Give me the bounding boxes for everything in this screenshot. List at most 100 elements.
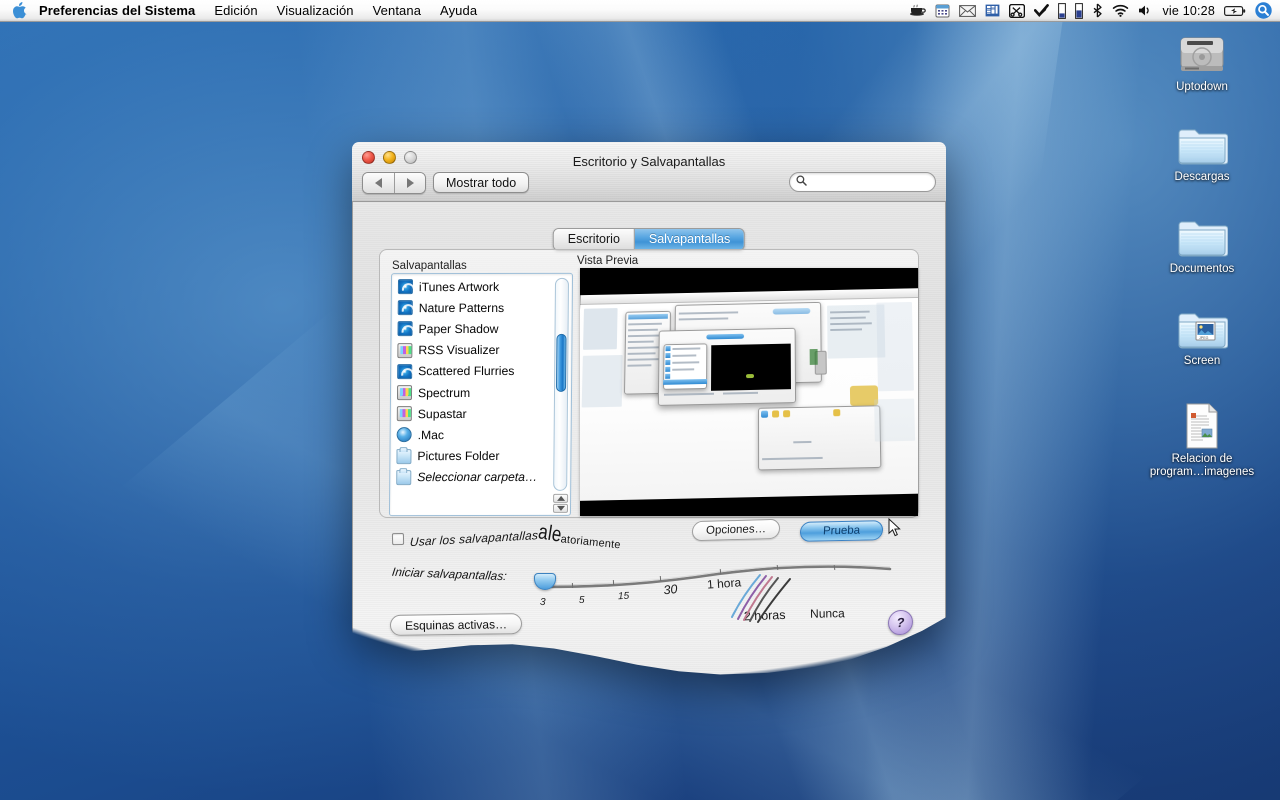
swirl-icon [397,363,413,379]
checkmark-icon[interactable] [1034,3,1050,19]
list-item-label: Nature Patterns [418,300,505,315]
desktop-icon-label: Descargas [1174,171,1230,183]
random-screensaver-row: Usar los salvapantallasaleatoriamente [391,520,622,552]
swirl-icon [397,279,414,295]
system-preferences-window: Escritorio y Salvapantallas Mostrar todo… [352,142,946,682]
list-item-label: Seleccionar carpeta… [417,470,538,485]
test-button[interactable]: Prueba [799,520,884,542]
list-item-label: .Mac [417,427,445,443]
menu-ventana[interactable]: Ventana [373,3,421,18]
navigation-buttons [362,172,426,194]
list-item-label: Spectrum [417,385,471,400]
mail-envelope-icon[interactable] [959,3,977,19]
list-item[interactable]: RSS Visualizer [391,339,556,360]
desktop-icon-relacion-de-programas[interactable]: Relacion de program…imagenes [1132,398,1272,478]
start-screensaver-slider[interactable]: 3 5 15 30 1 hora 2 horas Nunca [530,547,930,627]
chevron-up-icon [556,495,565,501]
desktop-icon-uptodown[interactable]: Uptodown [1132,26,1272,94]
random-screensaver-label: Usar los salvapantallasaleatoriamente [410,520,622,552]
forward-button[interactable] [394,173,425,193]
list-item[interactable]: Paper Shadow [391,318,556,339]
coffee-cup-icon[interactable] [909,3,927,19]
screensaver-list-rows: iTunes Artwork Nature Patterns Paper Sha… [390,276,557,488]
desktop-icon-label: Relacion de program…imagenes [1149,453,1255,478]
desktop-icon-documentos[interactable]: Documentos [1132,208,1272,276]
monitor-icon [396,406,412,422]
scissors-icon[interactable] [1009,3,1026,19]
list-item-label: Pictures Folder [417,449,500,464]
search-input[interactable] [811,176,926,188]
slider-distortion-streaks [731,574,791,623]
slider-tick-30: 30 [662,582,679,599]
volume-icon[interactable] [1138,3,1153,19]
calendar-icon[interactable] [935,3,950,19]
search-field[interactable] [789,172,936,192]
bluetooth-icon[interactable] [1092,3,1103,19]
svg-text:JPEG: JPEG [1199,336,1209,340]
scroll-down-button[interactable] [552,503,569,513]
desktop-icon-label: Uptodown [1176,81,1228,93]
screensaver-preview[interactable] [580,268,918,516]
tab-escritorio[interactable]: Escritorio [553,229,634,250]
folder-icon [396,469,412,485]
apple-logo-icon[interactable] [12,2,27,19]
random-screensaver-checkbox[interactable] [391,532,405,546]
menu-visualizacion[interactable]: Visualización [277,3,354,18]
desktop-icon-label: Documentos [1169,263,1235,275]
show-all-button[interactable]: Mostrar todo [433,172,530,193]
menu-bar-clock[interactable]: vie 10:28 [1162,4,1215,18]
list-item-label: iTunes Artwork [418,279,500,294]
list-item[interactable]: Nature Patterns [392,297,557,318]
slider-tick-5: 5 [578,594,585,607]
folder-icon [1176,116,1228,168]
search-icon [796,173,807,191]
screensavers-section-label: Salvapantallas [392,260,467,272]
meter-left-icon[interactable] [1058,2,1067,19]
preview-section-label: Vista Previa [577,255,639,267]
spotlight-search-icon[interactable] [1255,2,1272,19]
list-item-label: RSS Visualizer [418,343,500,358]
scrollbar-thumb[interactable] [556,333,567,392]
scrollbar-arrows [552,493,569,513]
pane-tabs: Escritorio Salvapantallas [552,228,746,251]
desktop-icon-descargas[interactable]: Descargas [1132,116,1272,184]
swirl-icon [397,300,413,316]
chevron-down-icon [556,505,565,511]
list-item[interactable]: Seleccionar carpeta… [390,467,555,488]
hot-corners-button[interactable]: Esquinas activas… [389,613,523,636]
hard-drive-icon [1177,26,1227,78]
forward-arrow-icon [406,178,414,188]
menu-bar-status-items: vie 10:28 [909,2,1280,19]
list-item-label: Paper Shadow [418,321,499,337]
tab-salvapantallas[interactable]: Salvapantallas [633,229,745,250]
list-item[interactable]: .Mac [391,424,556,445]
list-item[interactable]: Scattered Flurries [391,361,556,382]
folder-icon [1176,208,1228,260]
menu-ayuda[interactable]: Ayuda [440,3,477,18]
menu-preferencias-del-sistema[interactable]: Preferencias del Sistema [39,3,195,18]
list-item[interactable]: Pictures Folder [390,445,555,466]
window-title: Escritorio y Salvapantallas [572,154,726,169]
list-scrollbar[interactable] [553,277,570,491]
back-arrow-icon [375,178,382,188]
back-button[interactable] [363,173,394,193]
menu-edicion[interactable]: Edición [214,3,257,18]
list-item-label: Scattered Flurries [418,364,515,379]
list-item[interactable]: iTunes Artwork [392,276,557,297]
desktop-icon-label: Screen [1183,355,1221,367]
list-item[interactable]: Supastar [391,403,556,424]
wifi-icon[interactable] [1112,3,1129,19]
list-item-label: Supastar [417,406,467,421]
preview-paper-sheet [580,288,918,501]
folder-image-icon: JPEG [1176,300,1228,352]
screensaver-list[interactable]: iTunes Artwork Nature Patterns Paper Sha… [388,272,574,517]
list-item[interactable]: Spectrum [391,382,556,403]
window-title-bar[interactable]: Escritorio y Salvapantallas Mostrar todo [352,142,946,202]
meter-right-icon[interactable] [1075,2,1084,19]
folder-icon [396,448,412,464]
desktop-icon-screen[interactable]: JPEG Screen [1132,300,1272,368]
scroll-up-button[interactable] [553,493,569,503]
options-button[interactable]: Opciones… [691,518,781,542]
battery-icon[interactable] [1224,3,1246,19]
media-grid-icon[interactable] [985,3,1000,19]
